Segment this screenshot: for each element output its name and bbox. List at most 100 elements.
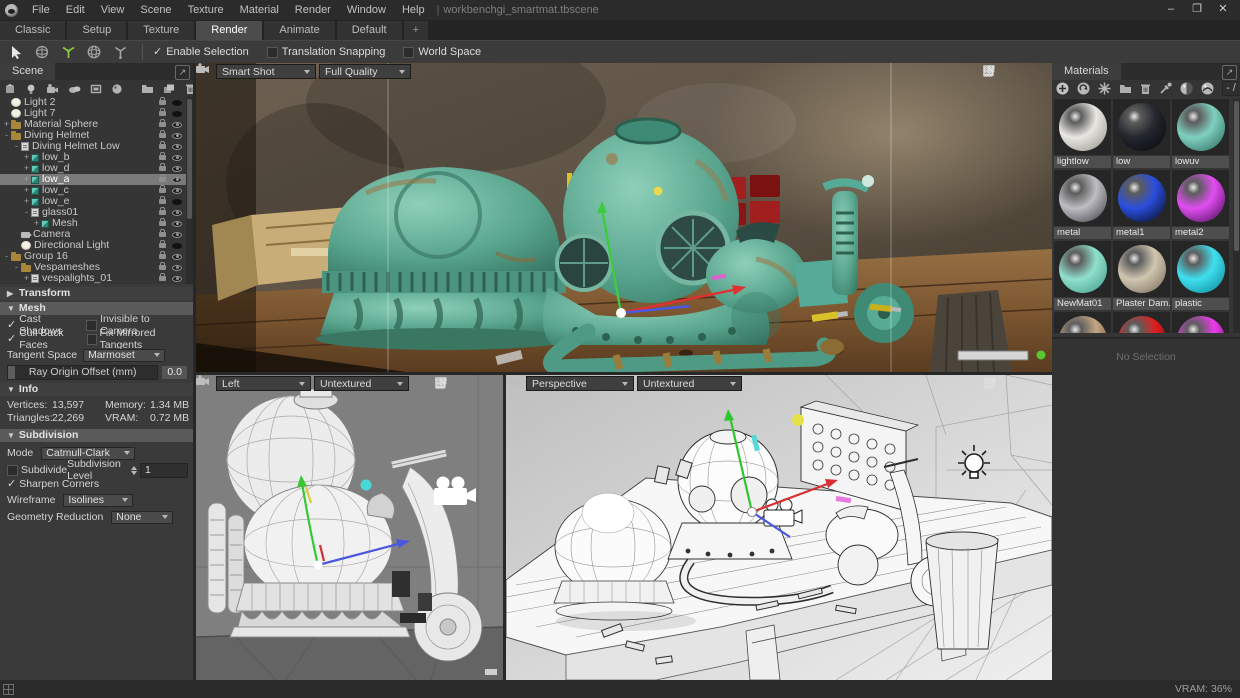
folder-icon[interactable] bbox=[1119, 82, 1132, 95]
tree-item-low_e[interactable]: + low_e bbox=[0, 196, 186, 207]
lock-icon[interactable] bbox=[159, 130, 166, 138]
lock-icon[interactable] bbox=[159, 119, 166, 127]
material-item-metal2[interactable]: metal2 bbox=[1172, 170, 1229, 239]
refresh-material-icon[interactable] bbox=[1077, 82, 1090, 95]
add-camera-icon[interactable] bbox=[46, 82, 59, 95]
material-item-plaster-dam-[interactable]: Plaster Dam... bbox=[1113, 241, 1170, 310]
eye-icon[interactable] bbox=[172, 110, 182, 117]
expander-icon[interactable]: + bbox=[22, 196, 31, 207]
main-camera-dropdown[interactable]: Smart Shot bbox=[216, 64, 316, 79]
new-folder-icon[interactable] bbox=[141, 82, 154, 95]
material-thumbnail[interactable] bbox=[1054, 170, 1111, 226]
main-quality-dropdown[interactable]: Full Quality bbox=[319, 64, 411, 79]
world-space-checkbox[interactable]: World Space bbox=[403, 46, 481, 58]
menu-file[interactable]: File bbox=[24, 0, 58, 20]
transform-section-header[interactable]: ▶ Transform bbox=[0, 287, 193, 300]
viewport-popout-icon[interactable] bbox=[983, 65, 1046, 78]
material-thumbnail[interactable] bbox=[1113, 170, 1170, 226]
lock-icon[interactable] bbox=[159, 152, 166, 160]
ray-origin-slider[interactable]: Ray Origin Offset (mm) bbox=[7, 364, 159, 380]
menu-view[interactable]: View bbox=[93, 0, 133, 20]
viewport-move-icon[interactable] bbox=[984, 377, 1013, 390]
eye-icon[interactable] bbox=[172, 275, 182, 282]
material-thumbnail[interactable] bbox=[1172, 170, 1229, 226]
eye-icon[interactable] bbox=[172, 121, 182, 128]
material-item-lowuv[interactable]: lowuv bbox=[1172, 99, 1229, 168]
tree-item-vespameshes[interactable]: - Vespameshes bbox=[0, 262, 186, 273]
eye-icon[interactable] bbox=[172, 165, 182, 172]
viewport-maximize-icon[interactable] bbox=[984, 377, 1030, 390]
subdivision-section-header[interactable]: ▼ Subdivision bbox=[0, 429, 193, 442]
lock-icon[interactable] bbox=[159, 240, 166, 248]
viewport-maximize-icon[interactable] bbox=[983, 65, 1029, 78]
expander-icon[interactable]: + bbox=[32, 218, 41, 229]
tab-default[interactable]: Default bbox=[336, 21, 402, 40]
eye-icon[interactable] bbox=[172, 187, 182, 194]
material-item-metal[interactable]: metal bbox=[1054, 170, 1111, 239]
tree-item-vespalights_01[interactable]: + vespalights_01 bbox=[0, 273, 186, 284]
lock-icon[interactable] bbox=[159, 108, 166, 116]
viewport-move-icon[interactable] bbox=[983, 65, 1012, 78]
viewport-splitter-vertical[interactable] bbox=[503, 375, 506, 680]
add-workspace-tab-button[interactable]: + bbox=[403, 21, 429, 40]
tree-item-directional-light[interactable]: Directional Light bbox=[0, 240, 186, 251]
tree-item-diving-helmet-low[interactable]: - Diving Helmet Low bbox=[0, 141, 186, 152]
popout-panel-icon[interactable]: ↗ bbox=[175, 65, 190, 80]
eye-icon[interactable] bbox=[172, 143, 182, 150]
eye-icon[interactable] bbox=[172, 209, 182, 216]
add-object-icon[interactable] bbox=[4, 82, 16, 95]
expander-icon[interactable]: - bbox=[12, 262, 21, 273]
lock-icon[interactable] bbox=[159, 251, 166, 259]
tree-item-diving-helmet[interactable]: - Diving Helmet bbox=[0, 130, 186, 141]
menu-window[interactable]: Window bbox=[339, 0, 394, 20]
left-camera-dropdown[interactable]: Left bbox=[216, 376, 311, 391]
lock-icon[interactable] bbox=[159, 185, 166, 193]
material-thumbnail[interactable] bbox=[1113, 241, 1170, 297]
translation-snapping-checkbox[interactable]: Translation Snapping bbox=[266, 46, 385, 58]
eye-icon[interactable] bbox=[172, 253, 182, 260]
add-shadow-catcher-icon[interactable] bbox=[90, 82, 102, 95]
add-light-icon[interactable] bbox=[25, 82, 37, 95]
add-material-sphere-icon[interactable] bbox=[111, 82, 123, 95]
popout-panel-icon[interactable]: ↗ bbox=[1222, 65, 1237, 80]
eye-icon[interactable] bbox=[172, 99, 182, 106]
scene-tab[interactable]: Scene bbox=[0, 63, 56, 80]
expander-icon[interactable]: + bbox=[22, 152, 31, 163]
close-button[interactable]: ✕ bbox=[1212, 2, 1234, 18]
tree-item-low_a[interactable]: + low_a bbox=[0, 174, 186, 185]
materials-tab[interactable]: Materials bbox=[1052, 63, 1121, 80]
lock-icon[interactable] bbox=[159, 218, 166, 226]
tree-item-low_d[interactable]: + low_d bbox=[0, 163, 186, 174]
lock-icon[interactable] bbox=[159, 141, 166, 149]
subdivide-checkbox[interactable]: Subdivide bbox=[0, 464, 67, 476]
enable-selection-checkbox[interactable]: ✓ Enable Selection bbox=[153, 46, 249, 58]
lock-icon[interactable] bbox=[159, 229, 166, 237]
tree-item-group-16[interactable]: - Group 16 bbox=[0, 251, 186, 262]
material-item-low[interactable]: low bbox=[1113, 99, 1170, 168]
viewport-maximize-icon[interactable] bbox=[435, 377, 481, 390]
lock-icon[interactable] bbox=[159, 174, 166, 182]
tree-item-low_c[interactable]: + low_c bbox=[0, 185, 186, 196]
sharpen-corners-checkbox[interactable]: Sharpen Corners bbox=[16, 478, 99, 490]
scene-units-icon[interactable] bbox=[3, 683, 14, 695]
menu-texture[interactable]: Texture bbox=[180, 0, 232, 20]
menu-render[interactable]: Render bbox=[287, 0, 339, 20]
perspective-camera-dropdown[interactable]: Perspective bbox=[526, 376, 634, 391]
eye-icon[interactable] bbox=[172, 198, 182, 205]
info-section-header[interactable]: ▼ Info bbox=[0, 383, 193, 396]
eye-icon[interactable] bbox=[172, 154, 182, 161]
wireframe-dropdown[interactable]: Isolines bbox=[63, 493, 134, 507]
preview-sphere-icon[interactable] bbox=[1180, 82, 1193, 95]
material-item-lightlow[interactable]: lightlow bbox=[1054, 99, 1111, 168]
material-thumbnail[interactable] bbox=[1172, 241, 1229, 297]
add-sky-icon[interactable] bbox=[68, 82, 81, 95]
tree-item-light-7[interactable]: Light 7 bbox=[0, 108, 186, 119]
expander-icon[interactable]: - bbox=[22, 207, 31, 218]
tab-texture[interactable]: Texture bbox=[128, 21, 195, 40]
material-thumbnail[interactable] bbox=[1113, 312, 1170, 333]
tree-item-low_b[interactable]: + low_b bbox=[0, 152, 186, 163]
eye-icon[interactable] bbox=[172, 220, 182, 227]
viewport-popout-icon[interactable] bbox=[435, 377, 498, 390]
material-index-field[interactable]: - / bbox=[1222, 81, 1240, 96]
tree-item-glass01[interactable]: - glass01 bbox=[0, 207, 186, 218]
